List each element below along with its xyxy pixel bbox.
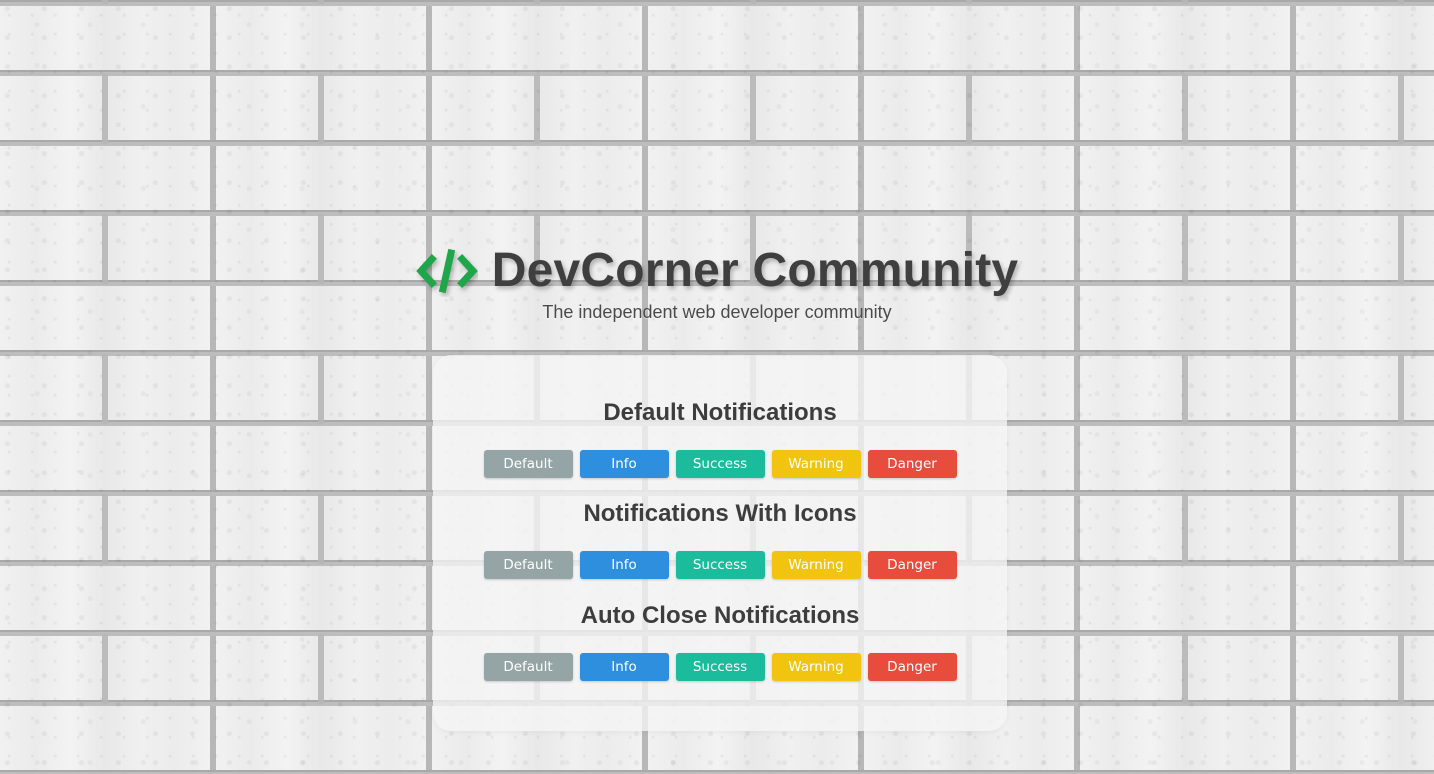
button-row: Default Info Success Warning Danger [433, 450, 1007, 478]
danger-autoclose-button[interactable]: Danger [867, 653, 957, 681]
code-brackets-icon [415, 245, 478, 297]
default-icon-button[interactable]: Default [483, 551, 573, 579]
button-row: Default Info Success Warning Danger [433, 653, 1007, 681]
notifications-panel: Default Notifications Default Info Succe… [433, 355, 1007, 731]
section-default-notifications: Default Notifications Default Info Succe… [433, 398, 1007, 478]
success-autoclose-button[interactable]: Success [675, 653, 765, 681]
danger-icon-button[interactable]: Danger [867, 551, 957, 579]
section-title: Notifications With Icons [583, 500, 857, 527]
section-title: Default Notifications [603, 399, 837, 426]
brand: DevCorner Community [415, 240, 1019, 302]
info-button[interactable]: Info [579, 450, 669, 478]
button-row: Default Info Success Warning Danger [433, 551, 1007, 579]
warning-icon-button[interactable]: Warning [771, 551, 861, 579]
default-button[interactable]: Default [483, 450, 573, 478]
success-icon-button[interactable]: Success [675, 551, 765, 579]
tagline: The independent web developer community [542, 302, 892, 322]
section-auto-close-notifications: Auto Close Notifications Default Info Su… [433, 601, 1007, 681]
default-autoclose-button[interactable]: Default [483, 653, 573, 681]
section-title: Auto Close Notifications [580, 602, 860, 629]
page-title: DevCorner Community [491, 244, 1019, 297]
warning-autoclose-button[interactable]: Warning [771, 653, 861, 681]
warning-button[interactable]: Warning [771, 450, 861, 478]
danger-button[interactable]: Danger [867, 450, 957, 478]
success-button[interactable]: Success [675, 450, 765, 478]
info-autoclose-button[interactable]: Info [579, 653, 669, 681]
section-notifications-with-icons: Notifications With Icons Default Info Su… [433, 499, 1007, 579]
site-header: DevCorner Community The independent web … [0, 240, 1434, 323]
info-icon-button[interactable]: Info [579, 551, 669, 579]
